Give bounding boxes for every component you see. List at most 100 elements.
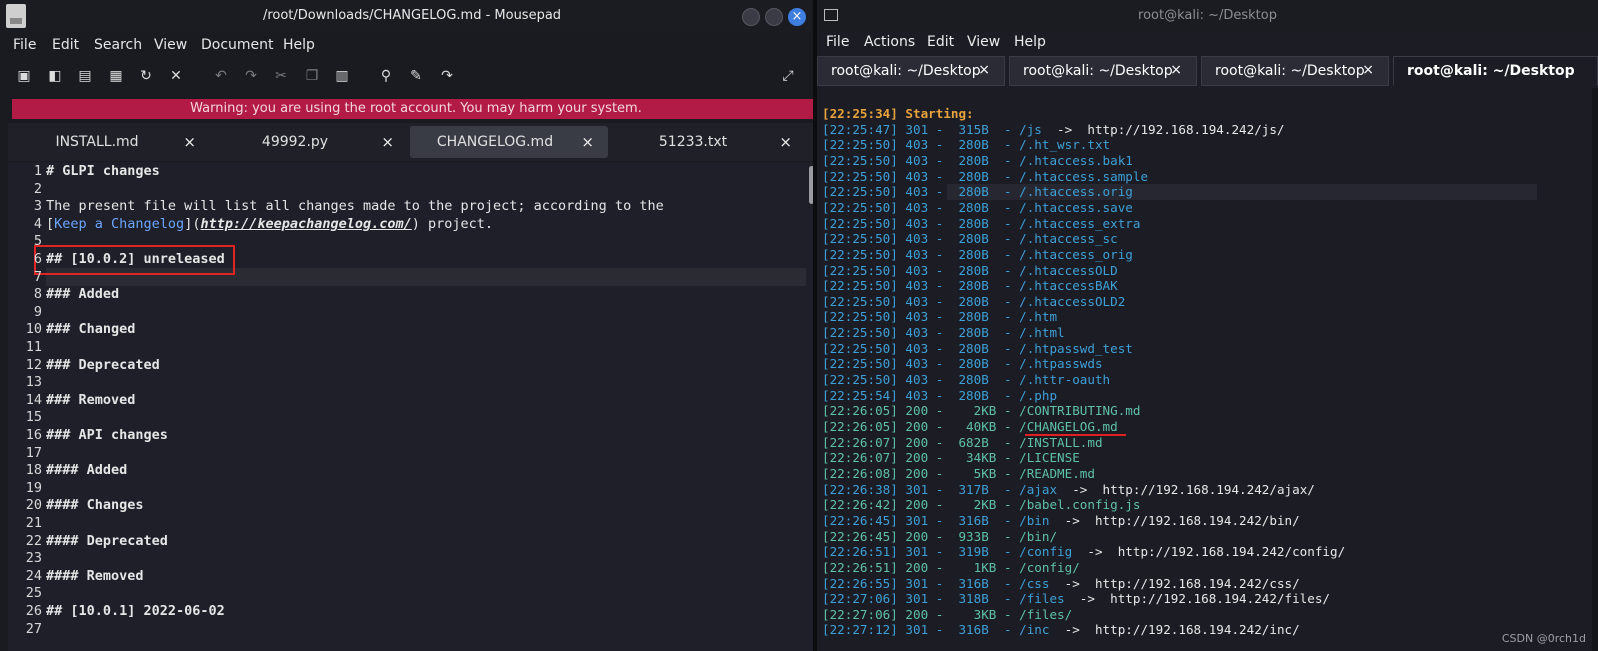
tab-close-icon[interactable]: × — [1170, 62, 1182, 78]
document-tabs: INSTALL.md × 49992.py × CHANGELOG.md × 5… — [8, 123, 820, 161]
editor-line: 22 #### Deprecated — [8, 533, 808, 550]
terminal-line: [22:25:50] 403 - 280B - /.html — [822, 325, 1065, 341]
line-number: 14 — [25, 391, 42, 408]
line-number: 17 — [25, 444, 42, 461]
tab-install-md[interactable]: INSTALL.md × — [12, 126, 210, 158]
menu-edit[interactable]: Edit — [927, 34, 954, 50]
line-number: 21 — [25, 515, 42, 531]
line-number: 8 — [33, 286, 42, 303]
terminal-line-text: [22:25:50] 403 - 280B - /.httr-oauth — [822, 372, 1111, 388]
line-number: 3 — [33, 198, 42, 215]
copy-icon[interactable]: ❐ — [304, 68, 320, 84]
menu-search[interactable]: Search — [94, 37, 142, 53]
line-number: 15 — [25, 409, 42, 426]
save-icon[interactable]: ▤ — [77, 68, 93, 84]
tab-label: INSTALL.md — [55, 134, 139, 150]
terminal-line-text: [22:25:50] 403 - 280B - /.htaccess.sampl… — [822, 168, 1149, 184]
terminal-line-text: [22:26:51] 301 - 319B - /config — [822, 544, 1088, 560]
tab-close-icon[interactable]: × — [1362, 62, 1374, 78]
menu-view[interactable]: View — [154, 37, 187, 53]
tab-changelog-md[interactable]: CHANGELOG.md × — [410, 126, 608, 158]
terminal-line: [22:25:50] 403 - 280B - /.ht_wsr.txt — [822, 137, 1110, 153]
go-to-line-icon[interactable]: ↷ — [439, 68, 455, 84]
menu-help[interactable]: Help — [1014, 34, 1046, 50]
tab-close-icon[interactable]: × — [978, 62, 990, 78]
menubar: File Edit Search View Document Help — [0, 34, 824, 58]
fullscreen-icon[interactable]: ⤢ — [780, 68, 796, 84]
terminal-line: [22:27:06] 301 - 318B - /files -> http:/… — [822, 591, 1330, 607]
new-window-icon[interactable]: ◧ — [47, 68, 63, 84]
maximize-button[interactable] — [765, 8, 783, 26]
terminal-line: [22:25:50] 403 - 280B - /.htpasswds — [822, 356, 1103, 372]
terminal-tab-4[interactable]: root@kali: ~/Desktop — [1393, 56, 1598, 86]
editor-line: 6 ## [10.0.2] unreleased — [8, 251, 808, 268]
editor-line: 9 — [8, 304, 808, 321]
tab-51233-txt[interactable]: 51233.txt × — [608, 126, 806, 158]
terminal-line-text: [22:27:06] 301 - 318B - /files — [822, 591, 1080, 607]
window-title: root@kali: ~/Desktop — [1138, 8, 1277, 23]
editor-line: 21 — [8, 515, 808, 532]
redirect-arrow: -> — [1064, 512, 1080, 528]
line-segment-mid: ]( — [184, 215, 201, 232]
cut-icon[interactable]: ✂ — [273, 68, 289, 84]
menu-document[interactable]: Document — [201, 37, 274, 53]
line-segment-url[interactable]: http://keepachangelog.com/ — [200, 216, 411, 232]
terminal-output[interactable]: [22:25:34] Starting: [22:25:47] 301 - 315… — [817, 88, 1598, 651]
terminal-line-text: [22:25:34] Starting: — [822, 106, 974, 121]
line-number: 22 — [25, 532, 42, 549]
editor-line: 7 — [8, 269, 808, 286]
terminal-window: root@kali: ~/Desktop File Actions Edit V… — [817, 0, 1598, 651]
line-number: 6 — [33, 251, 42, 267]
line-number: 12 — [25, 356, 42, 373]
paste-icon[interactable]: ▥ — [334, 68, 350, 84]
line-segment-open: [ — [46, 215, 55, 232]
terminal-line: [22:25:50] 403 - 280B - /.htaccess.save — [822, 200, 1133, 216]
editor-line: 17 — [8, 445, 808, 462]
terminal-line: [22:27:12] 301 - 316B - /inc -> http://1… — [822, 622, 1300, 638]
menu-file[interactable]: File — [826, 34, 849, 50]
minimize-button[interactable] — [742, 8, 760, 26]
menu-file[interactable]: File — [13, 37, 36, 53]
terminal-tab-2[interactable]: root@kali: ~/Desktop × — [1009, 56, 1197, 86]
menu-help[interactable]: Help — [283, 37, 315, 53]
terminal-line-text: [22:26:05] 200 - 2KB - /CONTRIBUTING.md — [822, 403, 1141, 419]
terminal-tab-3[interactable]: root@kali: ~/Desktop × — [1201, 56, 1389, 86]
tab-49992-py[interactable]: 49992.py × — [210, 126, 408, 158]
reload-icon[interactable]: ↻ — [138, 68, 154, 84]
save-as-icon[interactable]: ▦ — [108, 68, 124, 84]
tab-close-icon[interactable]: × — [581, 133, 594, 151]
search-icon[interactable]: ⚲ — [378, 68, 394, 84]
line-text: #### Deprecated — [46, 532, 168, 549]
menu-edit[interactable]: Edit — [52, 37, 79, 53]
text-editor[interactable]: 1 # GLPI changes 2 3 The present file will l… — [8, 162, 820, 651]
terminal-line-text: [22:25:50] 403 - 280B - /.htaccess_orig — [822, 246, 1133, 262]
window-title: /root/Downloads/CHANGELOG.md - Mousepad — [262, 8, 562, 23]
editor-line: 18 #### Added — [8, 462, 808, 479]
tab-close-icon[interactable]: × — [779, 133, 792, 151]
menu-view[interactable]: View — [967, 34, 1000, 50]
redo-icon[interactable]: ↷ — [243, 68, 259, 84]
terminal-line: [22:25:50] 403 - 280B - /.httr-oauth — [822, 372, 1110, 388]
line-segment-link: Keep a Changelog — [54, 215, 185, 232]
new-document-icon[interactable]: ▣ — [16, 68, 32, 84]
close-window-button[interactable]: × — [788, 8, 806, 26]
undo-icon[interactable]: ↶ — [213, 68, 229, 84]
find-replace-icon[interactable]: ✎ — [408, 68, 424, 84]
line-text: ## [10.0.1] 2022-06-02 — [46, 603, 225, 619]
terminal-line-text: [22:26:38] 301 - 317B - /ajax — [822, 481, 1073, 497]
tab-close-icon[interactable]: × — [183, 133, 196, 151]
line-number: 1 — [33, 163, 42, 179]
terminal-scrollbar[interactable] — [1592, 88, 1598, 651]
terminal-line: [22:25:50] 403 - 280B - /.htaccess.bak1 — [822, 153, 1133, 169]
terminal-line: [22:26:45] 301 - 316B - /bin -> http://1… — [822, 513, 1300, 529]
tab-close-icon[interactable]: × — [381, 133, 394, 151]
tab-label: root@kali: ~/Desktop — [1407, 63, 1575, 79]
terminal-tab-1[interactable]: root@kali: ~/Desktop × — [817, 56, 1005, 86]
terminal-line: [22:25:50] 403 - 280B - /.htaccessOLD — [822, 263, 1118, 279]
terminal-line-text: [22:25:50] 403 - 280B - /.htaccess.bak1 — [822, 152, 1133, 168]
menu-actions[interactable]: Actions — [864, 34, 915, 50]
close-document-icon[interactable]: ✕ — [168, 68, 184, 84]
redirect-arrow: -> — [1079, 591, 1095, 607]
redirect-arrow: -> — [1072, 481, 1088, 497]
line-text: ### Changed — [46, 321, 136, 338]
